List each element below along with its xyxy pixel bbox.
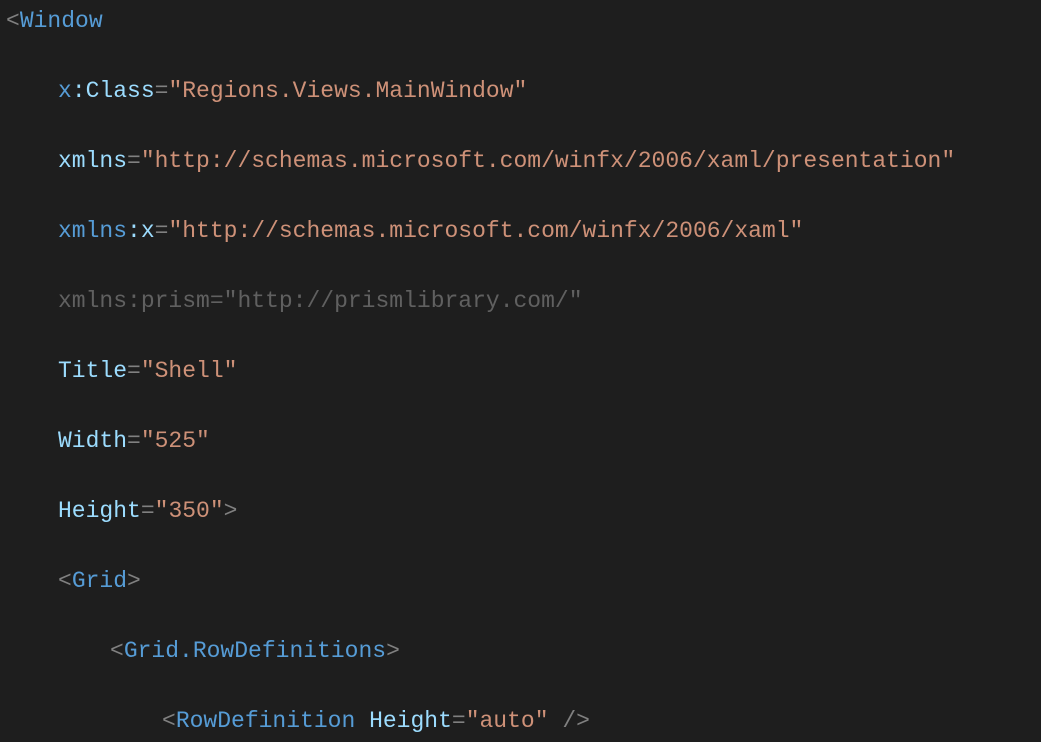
code-line: xmlns="http://schemas.microsoft.com/winf… <box>6 144 1041 179</box>
code-line: xmlns:x="http://schemas.microsoft.com/wi… <box>6 214 1041 249</box>
code-line: Width="525" <box>6 424 1041 459</box>
code-line: Title="Shell" <box>6 354 1041 389</box>
code-line: <RowDefinition Height="auto" /> <box>6 704 1041 739</box>
code-line: <Grid.RowDefinitions> <box>6 634 1041 669</box>
code-line: <Grid> <box>6 564 1041 599</box>
code-line: <Window <box>6 4 1041 39</box>
code-editor[interactable]: <Window x:Class="Regions.Views.MainWindo… <box>0 0 1041 742</box>
code-line-dim: xmlns:prism="http://prismlibrary.com/" <box>6 284 1041 319</box>
code-line: Height="350"> <box>6 494 1041 529</box>
code-line: x:Class="Regions.Views.MainWindow" <box>6 74 1041 109</box>
